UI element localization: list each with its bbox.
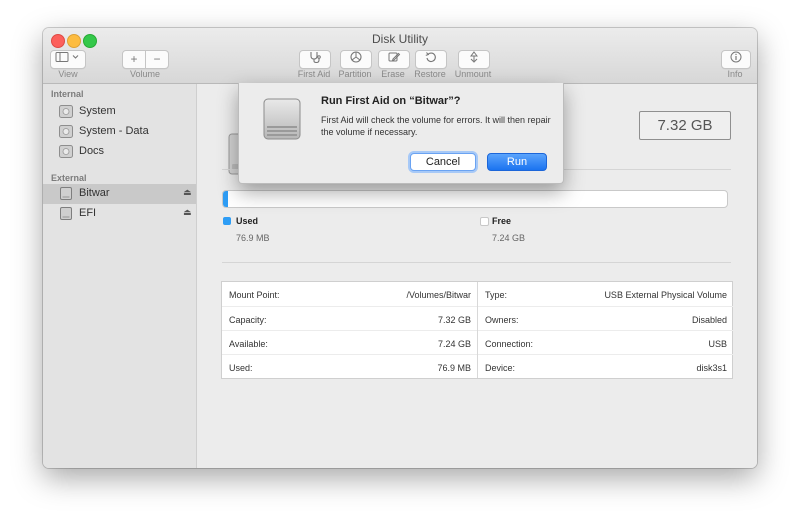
info-icon bbox=[730, 51, 742, 63]
volume-label: Volume bbox=[129, 69, 161, 79]
info-key: Connection: bbox=[485, 339, 534, 349]
info-value: 7.32 GB bbox=[437, 315, 471, 325]
eject-icon[interactable]: ⏏ bbox=[183, 207, 192, 218]
usage-bar bbox=[222, 190, 728, 208]
run-button[interactable]: Run bbox=[487, 153, 547, 171]
unmount-label: Unmount bbox=[454, 69, 492, 79]
external-drive-icon bbox=[263, 98, 301, 140]
first-aid-label: First Aid bbox=[297, 69, 331, 79]
used-color-swatch bbox=[223, 217, 231, 225]
erase-label: Erase bbox=[381, 69, 405, 79]
info-value: disk3s1 bbox=[696, 363, 727, 373]
info-value: /Volumes/Bitwar bbox=[406, 290, 471, 300]
info-key: Available: bbox=[229, 339, 268, 349]
internal-disk-icon bbox=[59, 125, 73, 138]
view-control[interactable] bbox=[50, 50, 86, 69]
unmount-icon bbox=[470, 51, 478, 63]
info-row-mount-point: Mount Point: /Volumes/Bitwar bbox=[222, 282, 477, 306]
volume-control: + − bbox=[122, 50, 169, 69]
free-color-swatch bbox=[480, 217, 489, 226]
window-title: Disk Utility bbox=[372, 32, 428, 46]
sidebar-item-docs[interactable]: Docs bbox=[43, 142, 196, 162]
sidebar-header-external: External bbox=[51, 173, 87, 183]
external-disk-icon bbox=[60, 207, 72, 220]
internal-disk-icon bbox=[59, 145, 73, 158]
erase-pencil-icon bbox=[388, 52, 401, 62]
sidebar-item-label: System bbox=[79, 105, 116, 117]
restore-button[interactable] bbox=[415, 50, 447, 69]
partition-label: Partition bbox=[338, 69, 372, 79]
partition-button[interactable] bbox=[340, 50, 372, 69]
info-row-used: Used: 76.9 MB bbox=[222, 354, 477, 379]
info-row-connection: Connection: USB bbox=[478, 330, 733, 355]
erase-control[interactable] bbox=[378, 50, 410, 69]
erase-button[interactable] bbox=[378, 50, 410, 69]
info-value: USB bbox=[708, 339, 727, 349]
volume-capacity-display: 7.32 GB bbox=[639, 111, 731, 140]
view-label: View bbox=[58, 69, 78, 79]
restore-control[interactable] bbox=[415, 50, 447, 69]
unmount-button[interactable] bbox=[458, 50, 490, 69]
free-legend-value: 7.24 GB bbox=[492, 233, 526, 243]
info-value: 7.24 GB bbox=[437, 339, 471, 349]
partition-pie-icon bbox=[350, 51, 362, 63]
info-key: Owners: bbox=[485, 315, 519, 325]
sidebar-item-label: System - Data bbox=[79, 125, 149, 137]
info-row-type: Type: USB External Physical Volume bbox=[478, 282, 733, 306]
first-aid-button[interactable] bbox=[299, 50, 331, 69]
info-row-capacity: Capacity: 7.32 GB bbox=[222, 306, 477, 331]
cancel-button[interactable]: Cancel bbox=[410, 153, 476, 171]
restore-label: Restore bbox=[414, 69, 446, 79]
dialog-title: Run First Aid on “Bitwar”? bbox=[321, 95, 461, 107]
first-aid-dialog: Run First Aid on “Bitwar”? First Aid wil… bbox=[238, 83, 564, 184]
info-column-left: Mount Point: /Volumes/Bitwar Capacity: 7… bbox=[222, 282, 477, 378]
info-value: Disabled bbox=[691, 315, 727, 325]
sidebar-item-system-data[interactable]: System - Data bbox=[43, 122, 196, 142]
info-value: USB External Physical Volume bbox=[604, 290, 727, 300]
sidebar-item-label: Docs bbox=[79, 145, 105, 157]
sidebar: Internal System System - Data Docs Exter… bbox=[43, 84, 197, 468]
external-disk-icon bbox=[60, 187, 72, 200]
info-row-device: Device: disk3s1 bbox=[478, 354, 733, 379]
sidebar-item-bitwar[interactable]: Bitwar ⏏ bbox=[43, 184, 196, 204]
info-key: Type: bbox=[485, 290, 508, 300]
info-key: Used: bbox=[229, 363, 253, 373]
info-key: Device: bbox=[485, 363, 516, 373]
info-row-owners: Owners: Disabled bbox=[478, 306, 733, 331]
info-key: Capacity: bbox=[229, 315, 267, 325]
used-legend-value: 76.9 MB bbox=[236, 233, 270, 243]
remove-volume-button[interactable]: − bbox=[146, 50, 169, 69]
sidebar-icon bbox=[55, 52, 79, 62]
restore-arrow-icon bbox=[425, 52, 436, 62]
partition-control[interactable] bbox=[340, 50, 372, 69]
eject-icon[interactable]: ⏏ bbox=[183, 187, 192, 198]
sidebar-item-efi[interactable]: EFI ⏏ bbox=[43, 204, 196, 224]
info-button[interactable] bbox=[721, 50, 751, 69]
info-control[interactable] bbox=[721, 50, 751, 69]
info-column-right: Type: USB External Physical Volume Owner… bbox=[477, 282, 733, 378]
sidebar-item-system[interactable]: System bbox=[43, 102, 196, 122]
first-aid-control[interactable] bbox=[299, 50, 331, 69]
stethoscope-icon bbox=[310, 52, 321, 64]
volume-info-table: Mount Point: /Volumes/Bitwar Capacity: 7… bbox=[221, 281, 733, 379]
unmount-control[interactable] bbox=[458, 50, 490, 69]
info-label: Info bbox=[727, 69, 743, 79]
free-legend-title: Free bbox=[492, 216, 512, 226]
usage-bar-used-fill bbox=[223, 191, 229, 207]
info-value: 76.9 MB bbox=[437, 363, 471, 373]
sidebar-item-label: Bitwar bbox=[79, 187, 110, 199]
sidebar-item-label: EFI bbox=[79, 207, 97, 219]
used-legend-title: Used bbox=[236, 216, 259, 226]
internal-disk-icon bbox=[59, 105, 73, 118]
info-key: Mount Point: bbox=[229, 290, 280, 300]
add-volume-button[interactable]: + bbox=[122, 50, 146, 69]
view-button[interactable] bbox=[50, 50, 86, 69]
divider bbox=[222, 262, 731, 263]
info-row-available: Available: 7.24 GB bbox=[222, 330, 477, 355]
sidebar-header-internal: Internal bbox=[51, 89, 84, 99]
dialog-message: First Aid will check the volume for erro… bbox=[321, 115, 551, 137]
titlebar: Disk Utility View + − Volume First Aid P… bbox=[43, 28, 757, 84]
